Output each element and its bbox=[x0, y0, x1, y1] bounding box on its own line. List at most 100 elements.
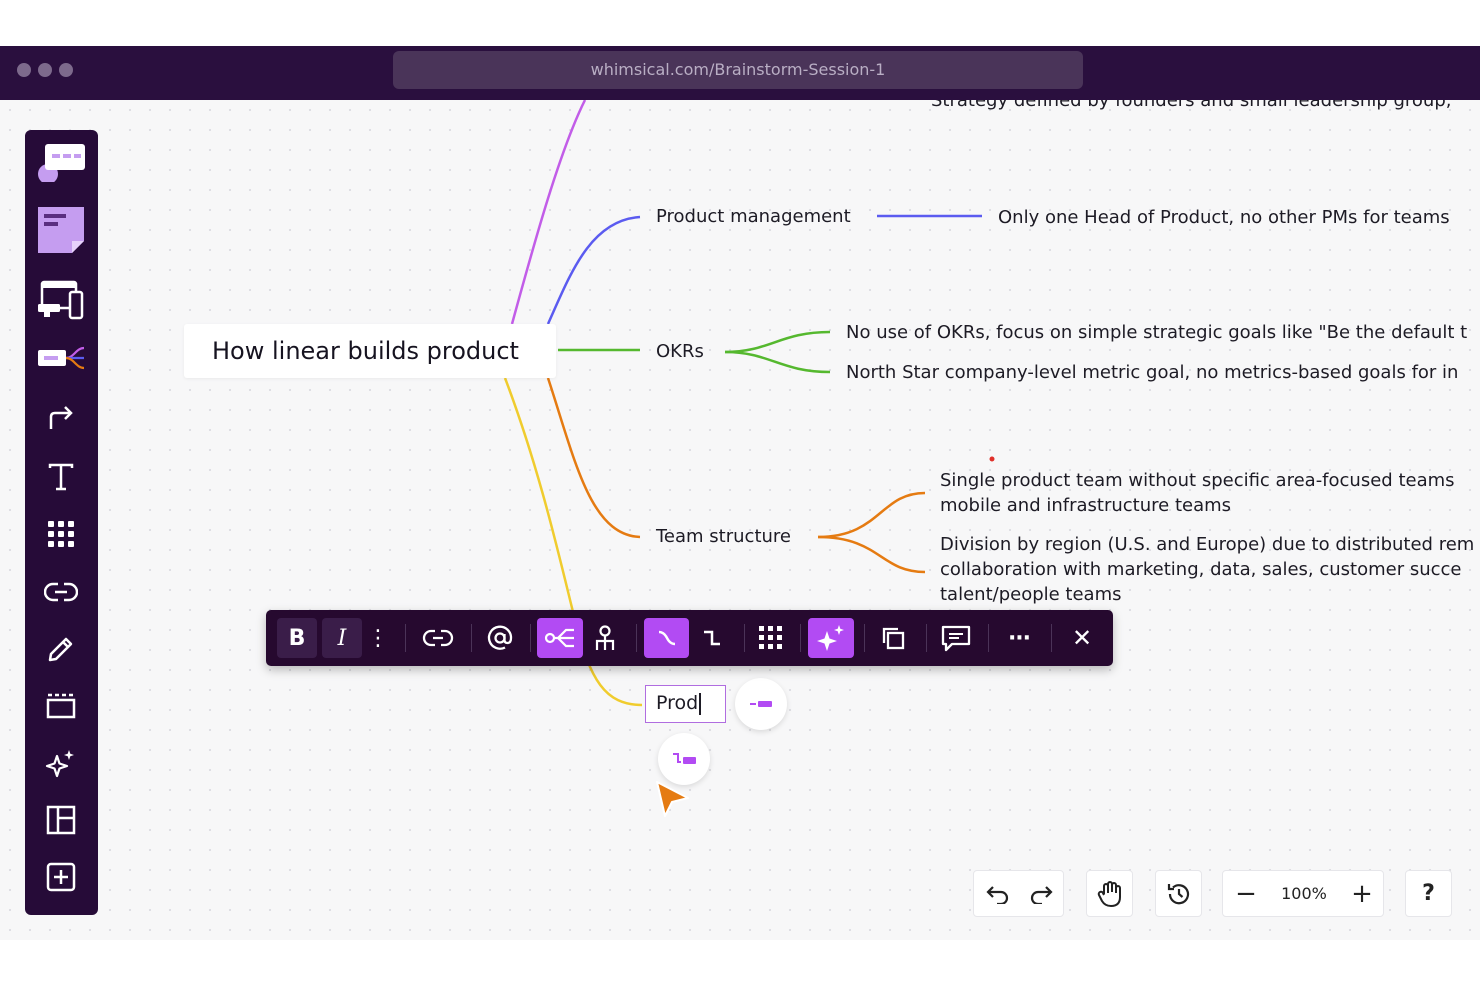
pan-tool-group bbox=[1086, 870, 1133, 917]
tool-add[interactable] bbox=[36, 855, 86, 899]
new-node-text-input[interactable]: Prod bbox=[645, 685, 726, 723]
leaf-single-product-team[interactable]: Single product team without specific are… bbox=[940, 468, 1455, 518]
pencil-icon bbox=[48, 637, 73, 662]
page-bottom-margin bbox=[0, 940, 1480, 987]
ai-sparkle-icon bbox=[45, 750, 74, 778]
leaf-north-star[interactable]: North Star company-level metric goal, no… bbox=[846, 360, 1458, 385]
toolbar-divider bbox=[405, 624, 406, 652]
toolbar-divider bbox=[926, 624, 927, 652]
zoom-level[interactable]: 100% bbox=[1269, 871, 1339, 916]
text-caret bbox=[699, 692, 701, 715]
curved-line-icon bbox=[658, 630, 675, 646]
toolbar-divider bbox=[1051, 624, 1052, 652]
link-icon bbox=[422, 629, 454, 647]
branch-team-structure[interactable]: Team structure bbox=[656, 526, 791, 547]
at-mention-icon bbox=[487, 625, 513, 650]
tool-wireframe[interactable] bbox=[36, 278, 86, 322]
tool-ai[interactable] bbox=[36, 742, 86, 786]
layout-mindmap-button[interactable] bbox=[537, 618, 583, 658]
tool-text[interactable] bbox=[36, 455, 86, 499]
text-icon bbox=[48, 463, 74, 491]
toolbar-divider bbox=[636, 624, 637, 652]
ai-sparkle-icon bbox=[817, 625, 844, 651]
window-dot-maximize[interactable] bbox=[59, 63, 73, 77]
leaf-line: Division by region (U.S. and Europe) due… bbox=[940, 534, 1475, 555]
tool-layout[interactable] bbox=[36, 798, 86, 842]
tool-link[interactable] bbox=[36, 570, 86, 614]
connector-team-leaf-1 bbox=[817, 491, 926, 539]
connector-arrow-icon bbox=[49, 406, 73, 429]
window-dot-close[interactable] bbox=[17, 63, 31, 77]
mind-map-icon bbox=[38, 346, 85, 370]
toolbar-divider bbox=[744, 624, 745, 652]
toolbar-divider bbox=[988, 624, 989, 652]
tool-grid[interactable] bbox=[36, 512, 86, 556]
leaf-line: mobile and infrastructure teams bbox=[940, 495, 1232, 516]
history-group bbox=[1155, 870, 1202, 917]
tool-connector[interactable] bbox=[36, 396, 86, 440]
branch-product-management[interactable]: Product management bbox=[656, 206, 851, 227]
sticky-note-icon bbox=[38, 207, 84, 253]
connector-product-management bbox=[546, 215, 641, 325]
link-icon bbox=[44, 582, 78, 602]
toolbar-divider bbox=[471, 624, 472, 652]
sticky-comment-icon bbox=[38, 144, 85, 182]
leaf-line: Single product team without specific are… bbox=[940, 470, 1455, 491]
add-sibling-button[interactable] bbox=[735, 678, 787, 730]
undo-redo-group bbox=[973, 870, 1064, 917]
connector-team-leaf-2 bbox=[817, 535, 926, 574]
leaf-line: collaboration with marketing, data, sale… bbox=[940, 559, 1462, 580]
leaf-line: talent/people teams bbox=[940, 584, 1122, 605]
link-button[interactable] bbox=[416, 618, 460, 658]
connector-okrs-leaf-2 bbox=[724, 350, 831, 374]
help-button[interactable]: ? bbox=[1406, 871, 1451, 916]
grid-dots-icon bbox=[759, 626, 782, 649]
redo-icon bbox=[1030, 885, 1053, 904]
undo-button[interactable] bbox=[974, 871, 1019, 916]
curved-connector-button[interactable] bbox=[644, 618, 689, 658]
elbow-line-icon bbox=[704, 630, 720, 646]
frame-icon bbox=[46, 693, 76, 719]
window-dot-minimize[interactable] bbox=[38, 63, 52, 77]
layout-template-icon bbox=[46, 805, 76, 835]
hand-pan-button[interactable] bbox=[1087, 871, 1132, 916]
duplicate-button[interactable] bbox=[872, 618, 914, 658]
leaf-no-okrs[interactable]: No use of OKRs, focus on simple strategi… bbox=[846, 320, 1467, 345]
new-node-text: Prod bbox=[656, 692, 699, 714]
ai-generate-button[interactable] bbox=[808, 618, 854, 658]
add-square-icon bbox=[46, 862, 76, 892]
zoom-in-button[interactable]: + bbox=[1339, 871, 1385, 916]
version-history-button[interactable] bbox=[1156, 871, 1201, 916]
org-chart-icon bbox=[595, 625, 615, 650]
elbow-connector-button[interactable] bbox=[691, 618, 733, 658]
toolbar-divider bbox=[530, 624, 531, 652]
tool-sticky-comment[interactable] bbox=[36, 138, 86, 182]
italic-button[interactable]: I bbox=[322, 618, 362, 658]
close-toolbar-button[interactable]: ✕ bbox=[1060, 618, 1104, 658]
tool-mind-map[interactable] bbox=[36, 336, 86, 380]
node-formatting-toolbar: B I ⋮ ··· ✕ bbox=[266, 610, 1113, 666]
zoom-out-button[interactable]: − bbox=[1223, 871, 1269, 916]
tool-sticky-note[interactable] bbox=[36, 207, 86, 253]
add-child-button[interactable] bbox=[658, 733, 710, 785]
address-bar[interactable]: whimsical.com/Brainstorm-Session-1 bbox=[393, 51, 1083, 89]
mind-map-layout-icon bbox=[544, 628, 574, 648]
bold-button[interactable]: B bbox=[277, 618, 317, 658]
toolbar-divider bbox=[864, 624, 865, 652]
layout-org-chart-button[interactable] bbox=[584, 618, 626, 658]
tool-pencil[interactable] bbox=[36, 627, 86, 671]
color-grid-button[interactable] bbox=[752, 618, 790, 658]
redo-button[interactable] bbox=[1019, 871, 1064, 916]
leaf-head-of-product[interactable]: Only one Head of Product, no other PMs f… bbox=[998, 205, 1450, 230]
text-more-button[interactable]: ⋮ bbox=[366, 618, 390, 658]
root-node[interactable]: How linear builds product bbox=[184, 324, 556, 378]
history-icon bbox=[1167, 883, 1189, 904]
mention-button[interactable] bbox=[480, 618, 520, 658]
more-options-button[interactable]: ··· bbox=[997, 618, 1041, 658]
comment-button[interactable] bbox=[934, 618, 978, 658]
hand-icon bbox=[1097, 880, 1121, 907]
leaf-division-by-region[interactable]: Division by region (U.S. and Europe) due… bbox=[940, 532, 1474, 607]
branch-okrs[interactable]: OKRs bbox=[656, 341, 704, 362]
tool-frame[interactable] bbox=[36, 684, 86, 728]
help-group: ? bbox=[1405, 870, 1452, 917]
